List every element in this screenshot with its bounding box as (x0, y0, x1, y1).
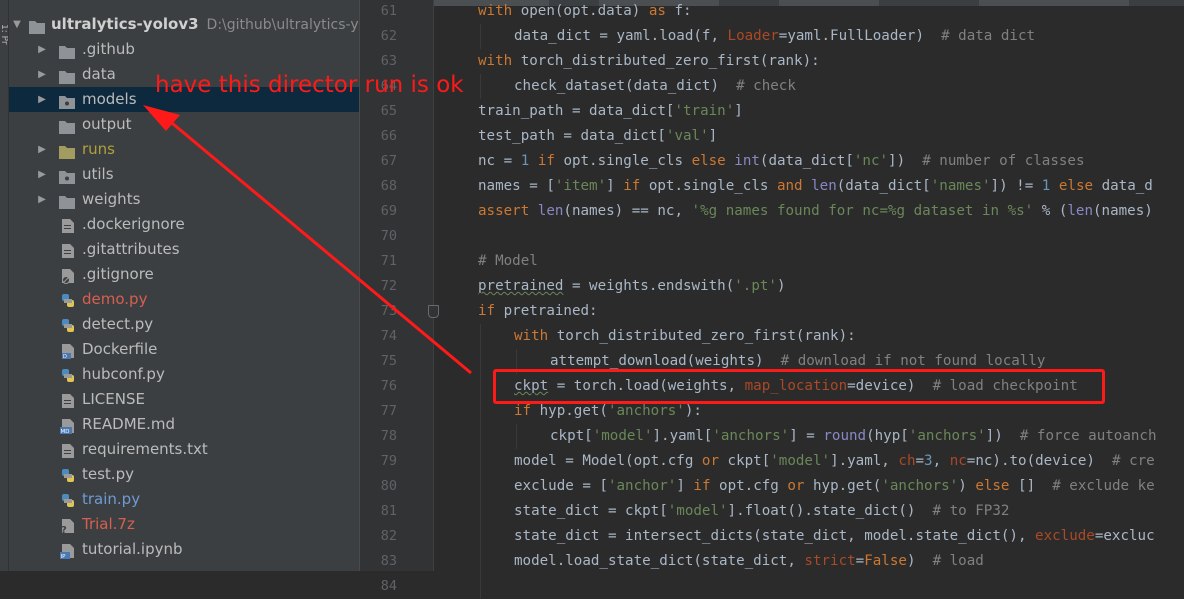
indent-guide (480, 574, 481, 599)
line-number[interactable]: 84 (359, 574, 397, 599)
annotation-arrow (143, 105, 472, 375)
